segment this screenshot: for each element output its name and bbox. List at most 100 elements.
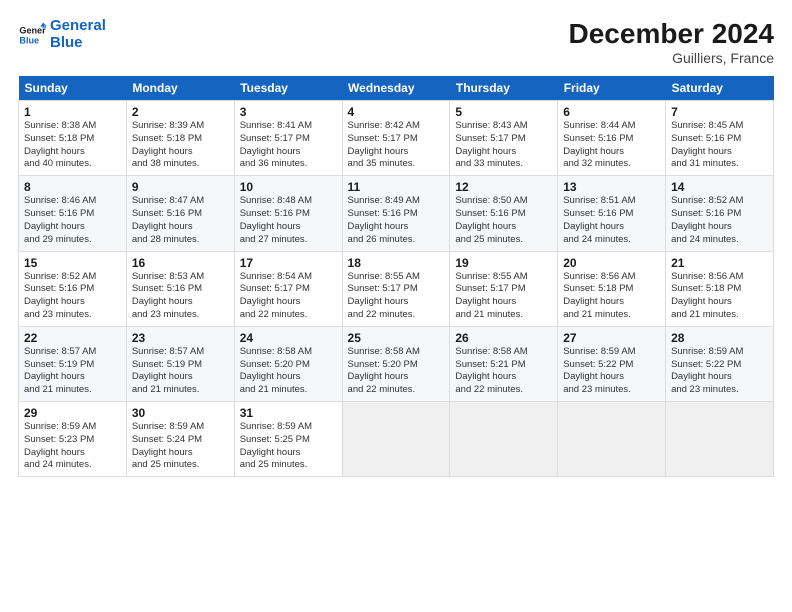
day-cell: 15Sunrise: 8:52 AMSunset: 5:16 PMDayligh… bbox=[19, 251, 127, 326]
day-cell: 29Sunrise: 8:59 AMSunset: 5:23 PMDayligh… bbox=[19, 402, 127, 477]
day-number: 12 bbox=[455, 180, 552, 194]
day-cell: 25Sunrise: 8:58 AMSunset: 5:20 PMDayligh… bbox=[342, 326, 450, 401]
day-number: 23 bbox=[132, 331, 229, 345]
day-cell: 19Sunrise: 8:55 AMSunset: 5:17 PMDayligh… bbox=[450, 251, 558, 326]
day-number: 19 bbox=[455, 256, 552, 270]
day-info: Sunrise: 8:42 AMSunset: 5:17 PMDaylight … bbox=[348, 120, 445, 171]
day-number: 21 bbox=[671, 256, 768, 270]
day-info: Sunrise: 8:57 AMSunset: 5:19 PMDaylight … bbox=[132, 346, 229, 397]
subtitle: Guilliers, France bbox=[569, 50, 774, 66]
day-number: 7 bbox=[671, 105, 768, 119]
day-cell: 23Sunrise: 8:57 AMSunset: 5:19 PMDayligh… bbox=[126, 326, 234, 401]
day-cell: 24Sunrise: 8:58 AMSunset: 5:20 PMDayligh… bbox=[234, 326, 342, 401]
day-info: Sunrise: 8:55 AMSunset: 5:17 PMDaylight … bbox=[455, 271, 552, 322]
day-cell: 1Sunrise: 8:38 AMSunset: 5:18 PMDaylight… bbox=[19, 101, 127, 176]
day-cell: 16Sunrise: 8:53 AMSunset: 5:16 PMDayligh… bbox=[126, 251, 234, 326]
logo-line1: General bbox=[50, 17, 106, 34]
header-monday: Monday bbox=[126, 76, 234, 101]
day-info: Sunrise: 8:58 AMSunset: 5:20 PMDaylight … bbox=[240, 346, 337, 397]
day-number: 27 bbox=[563, 331, 660, 345]
day-info: Sunrise: 8:44 AMSunset: 5:16 PMDaylight … bbox=[563, 120, 660, 171]
title-block: December 2024 Guilliers, France bbox=[569, 18, 774, 66]
week-row-2: 8Sunrise: 8:46 AMSunset: 5:16 PMDaylight… bbox=[19, 176, 774, 251]
day-cell bbox=[450, 402, 558, 477]
day-cell: 26Sunrise: 8:58 AMSunset: 5:21 PMDayligh… bbox=[450, 326, 558, 401]
day-info: Sunrise: 8:59 AMSunset: 5:22 PMDaylight … bbox=[563, 346, 660, 397]
day-cell: 27Sunrise: 8:59 AMSunset: 5:22 PMDayligh… bbox=[558, 326, 666, 401]
day-cell bbox=[342, 402, 450, 477]
day-cell: 21Sunrise: 8:56 AMSunset: 5:18 PMDayligh… bbox=[666, 251, 774, 326]
week-row-3: 15Sunrise: 8:52 AMSunset: 5:16 PMDayligh… bbox=[19, 251, 774, 326]
calendar-table: SundayMondayTuesdayWednesdayThursdayFrid… bbox=[18, 76, 774, 477]
day-number: 14 bbox=[671, 180, 768, 194]
header-thursday: Thursday bbox=[450, 76, 558, 101]
day-number: 26 bbox=[455, 331, 552, 345]
day-cell: 9Sunrise: 8:47 AMSunset: 5:16 PMDaylight… bbox=[126, 176, 234, 251]
day-cell: 28Sunrise: 8:59 AMSunset: 5:22 PMDayligh… bbox=[666, 326, 774, 401]
day-info: Sunrise: 8:59 AMSunset: 5:23 PMDaylight … bbox=[24, 421, 121, 472]
day-number: 8 bbox=[24, 180, 121, 194]
day-info: Sunrise: 8:39 AMSunset: 5:18 PMDaylight … bbox=[132, 120, 229, 171]
header-friday: Friday bbox=[558, 76, 666, 101]
day-info: Sunrise: 8:57 AMSunset: 5:19 PMDaylight … bbox=[24, 346, 121, 397]
day-number: 20 bbox=[563, 256, 660, 270]
day-number: 9 bbox=[132, 180, 229, 194]
day-number: 29 bbox=[24, 406, 121, 420]
day-cell: 10Sunrise: 8:48 AMSunset: 5:16 PMDayligh… bbox=[234, 176, 342, 251]
day-number: 5 bbox=[455, 105, 552, 119]
day-number: 18 bbox=[348, 256, 445, 270]
day-number: 3 bbox=[240, 105, 337, 119]
logo-line2: Blue bbox=[50, 34, 83, 51]
day-cell: 20Sunrise: 8:56 AMSunset: 5:18 PMDayligh… bbox=[558, 251, 666, 326]
day-cell: 30Sunrise: 8:59 AMSunset: 5:24 PMDayligh… bbox=[126, 402, 234, 477]
day-info: Sunrise: 8:58 AMSunset: 5:21 PMDaylight … bbox=[455, 346, 552, 397]
day-cell: 6Sunrise: 8:44 AMSunset: 5:16 PMDaylight… bbox=[558, 101, 666, 176]
day-info: Sunrise: 8:46 AMSunset: 5:16 PMDaylight … bbox=[24, 195, 121, 246]
day-info: Sunrise: 8:45 AMSunset: 5:16 PMDaylight … bbox=[671, 120, 768, 171]
day-number: 2 bbox=[132, 105, 229, 119]
day-info: Sunrise: 8:50 AMSunset: 5:16 PMDaylight … bbox=[455, 195, 552, 246]
day-number: 17 bbox=[240, 256, 337, 270]
day-number: 4 bbox=[348, 105, 445, 119]
day-number: 25 bbox=[348, 331, 445, 345]
day-cell: 3Sunrise: 8:41 AMSunset: 5:17 PMDaylight… bbox=[234, 101, 342, 176]
day-info: Sunrise: 8:59 AMSunset: 5:24 PMDaylight … bbox=[132, 421, 229, 472]
day-info: Sunrise: 8:58 AMSunset: 5:20 PMDaylight … bbox=[348, 346, 445, 397]
day-number: 15 bbox=[24, 256, 121, 270]
header-row: SundayMondayTuesdayWednesdayThursdayFrid… bbox=[19, 76, 774, 101]
week-row-4: 22Sunrise: 8:57 AMSunset: 5:19 PMDayligh… bbox=[19, 326, 774, 401]
day-info: Sunrise: 8:59 AMSunset: 5:22 PMDaylight … bbox=[671, 346, 768, 397]
day-number: 10 bbox=[240, 180, 337, 194]
day-info: Sunrise: 8:55 AMSunset: 5:17 PMDaylight … bbox=[348, 271, 445, 322]
main-title: December 2024 bbox=[569, 18, 774, 50]
svg-text:Blue: Blue bbox=[19, 35, 39, 45]
logo: General Blue General Blue bbox=[18, 18, 106, 51]
header-saturday: Saturday bbox=[666, 76, 774, 101]
day-number: 1 bbox=[24, 105, 121, 119]
day-cell: 7Sunrise: 8:45 AMSunset: 5:16 PMDaylight… bbox=[666, 101, 774, 176]
day-cell: 14Sunrise: 8:52 AMSunset: 5:16 PMDayligh… bbox=[666, 176, 774, 251]
day-number: 31 bbox=[240, 406, 337, 420]
day-cell: 17Sunrise: 8:54 AMSunset: 5:17 PMDayligh… bbox=[234, 251, 342, 326]
day-number: 16 bbox=[132, 256, 229, 270]
day-cell: 4Sunrise: 8:42 AMSunset: 5:17 PMDaylight… bbox=[342, 101, 450, 176]
week-row-1: 1Sunrise: 8:38 AMSunset: 5:18 PMDaylight… bbox=[19, 101, 774, 176]
header-tuesday: Tuesday bbox=[234, 76, 342, 101]
day-info: Sunrise: 8:41 AMSunset: 5:17 PMDaylight … bbox=[240, 120, 337, 171]
day-info: Sunrise: 8:49 AMSunset: 5:16 PMDaylight … bbox=[348, 195, 445, 246]
day-cell: 22Sunrise: 8:57 AMSunset: 5:19 PMDayligh… bbox=[19, 326, 127, 401]
day-info: Sunrise: 8:52 AMSunset: 5:16 PMDaylight … bbox=[671, 195, 768, 246]
week-row-5: 29Sunrise: 8:59 AMSunset: 5:23 PMDayligh… bbox=[19, 402, 774, 477]
day-info: Sunrise: 8:52 AMSunset: 5:16 PMDaylight … bbox=[24, 271, 121, 322]
day-number: 30 bbox=[132, 406, 229, 420]
day-info: Sunrise: 8:47 AMSunset: 5:16 PMDaylight … bbox=[132, 195, 229, 246]
day-info: Sunrise: 8:59 AMSunset: 5:25 PMDaylight … bbox=[240, 421, 337, 472]
day-info: Sunrise: 8:38 AMSunset: 5:18 PMDaylight … bbox=[24, 120, 121, 171]
day-info: Sunrise: 8:48 AMSunset: 5:16 PMDaylight … bbox=[240, 195, 337, 246]
day-info: Sunrise: 8:56 AMSunset: 5:18 PMDaylight … bbox=[563, 271, 660, 322]
day-cell: 13Sunrise: 8:51 AMSunset: 5:16 PMDayligh… bbox=[558, 176, 666, 251]
day-cell: 2Sunrise: 8:39 AMSunset: 5:18 PMDaylight… bbox=[126, 101, 234, 176]
day-number: 24 bbox=[240, 331, 337, 345]
day-cell: 5Sunrise: 8:43 AMSunset: 5:17 PMDaylight… bbox=[450, 101, 558, 176]
day-number: 11 bbox=[348, 180, 445, 194]
